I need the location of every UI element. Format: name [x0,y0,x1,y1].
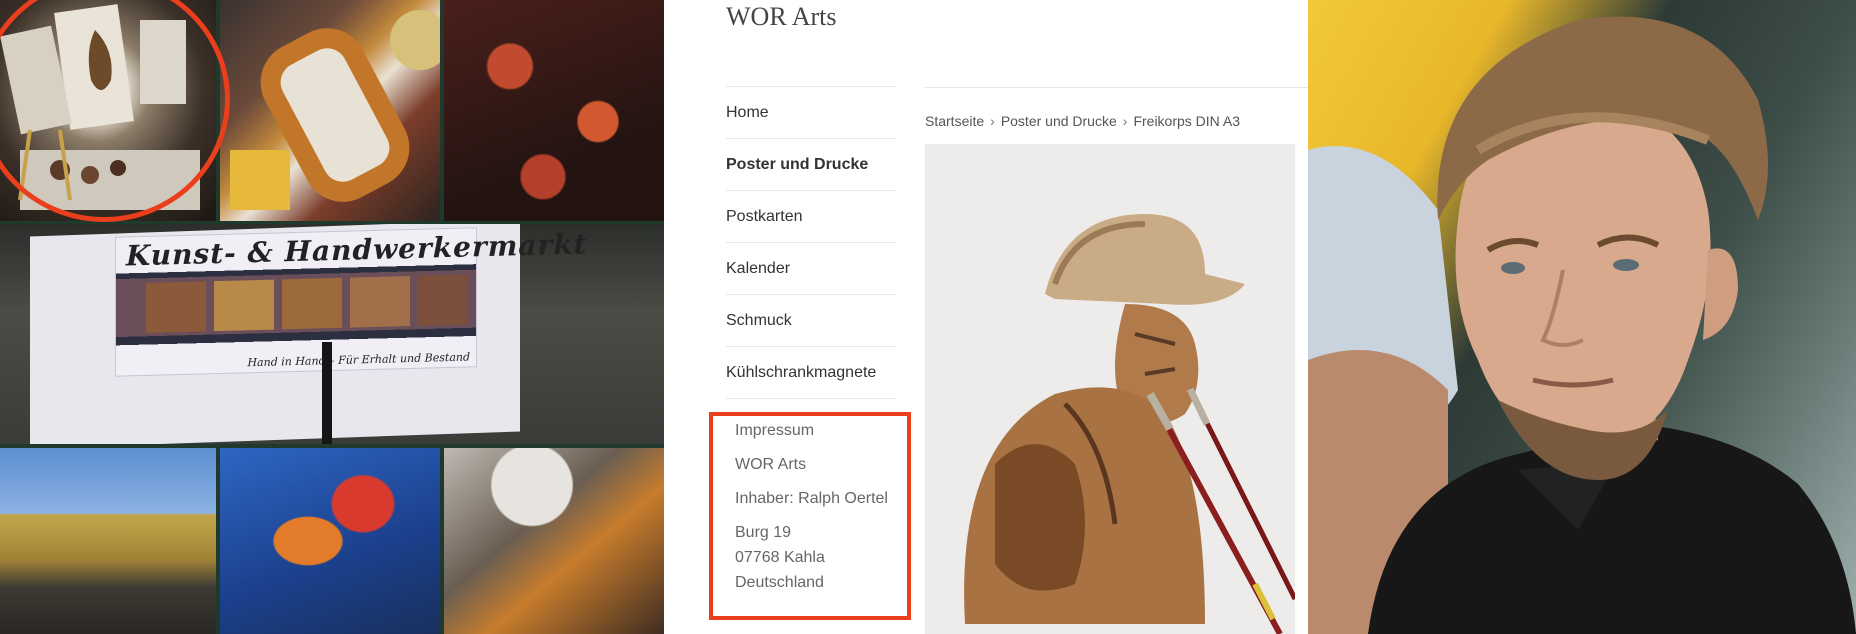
photo-decorated-jars [444,0,664,221]
lamp-post [322,342,332,444]
imprint-owner: Inhaber: Ralph Oertel [735,490,888,507]
portrait-photo [1308,0,1856,634]
imprint-heading: Impressum [735,422,815,439]
imprint-city: 07768 Kahla [735,549,825,566]
shop-webpage: WOR Arts Home Poster und Drucke Postkart… [664,0,1308,634]
main-nav: Home Poster und Drucke Postkarten Kalend… [726,86,896,399]
man-portrait-graphic [1308,16,1856,634]
site-title[interactable]: WOR Arts [726,2,837,32]
nav-item-postkarten[interactable]: Postkarten [726,190,896,242]
nav-item-schmuck[interactable]: Schmuck [726,294,896,346]
photo-bobbin-lace [444,448,664,634]
market-photo-collage: Kunst- & Handwerkermarkt Hand in Hand – … [0,0,664,634]
photo-market-banner: Kunst- & Handwerkermarkt Hand in Hand – … [0,224,664,444]
breadcrumb: Startseite › Poster und Drucke › Freikorps D… [925,113,1240,129]
imprint-company: WOR Arts [735,456,807,473]
imprint-section: Impressum WOR Arts Inhaber: Ralph Oertel… [735,418,888,595]
photo-bouncy-castle [220,448,440,634]
market-banner: Kunst- & Handwerkermarkt Hand in Hand – … [115,227,588,377]
photo-street-crowd [0,448,216,634]
chevron-right-icon: › [990,113,995,129]
product-image[interactable] [925,144,1295,634]
content-divider [925,87,1308,88]
lantern-graphic [230,10,440,210]
chevron-right-icon: › [1122,113,1128,129]
breadcrumb-startseite[interactable]: Startseite [925,113,984,129]
nav-item-kuehlschrankmagnete[interactable]: Kühlschrankmagnete [726,346,896,398]
photo-painted-lantern [220,0,440,221]
nav-item-home[interactable]: Home [726,86,896,138]
breadcrumb-poster-und-drucke[interactable]: Poster und Drucke [1001,113,1117,129]
nav-item-poster-und-drucke[interactable]: Poster und Drucke [726,138,896,190]
imprint-country: Deutschland [735,574,824,591]
imprint-street: Burg 19 [735,524,792,541]
nav-item-kalender[interactable]: Kalender [726,242,896,294]
breadcrumb-current: Freikorps DIN A3 [1133,113,1241,129]
soldier-watercolor-graphic [925,144,1295,634]
